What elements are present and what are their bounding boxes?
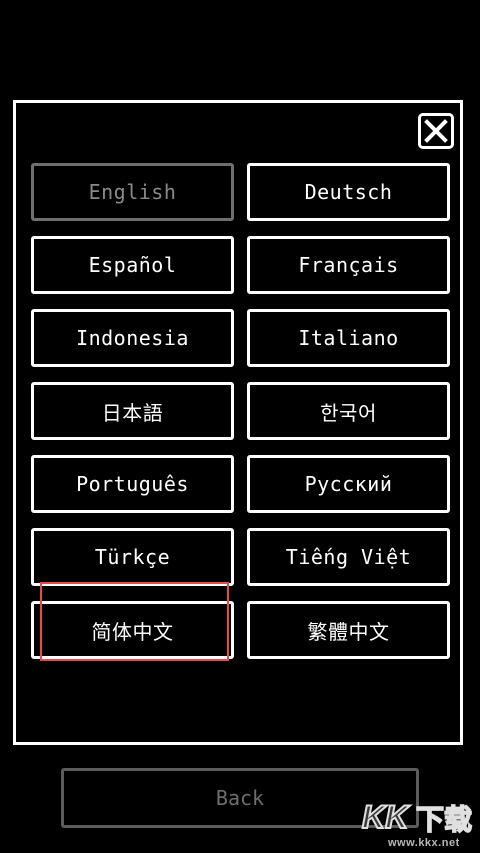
language-option-turkce[interactable]: Türkçe	[31, 528, 234, 586]
language-option-deutsch[interactable]: Deutsch	[247, 163, 450, 221]
language-option-espanol[interactable]: Español	[31, 236, 234, 294]
language-option-english[interactable]: English	[31, 163, 234, 221]
language-option-vietnamese[interactable]: Tiếng Việt	[247, 528, 450, 586]
language-option-italiano[interactable]: Italiano	[247, 309, 450, 367]
language-option-francais[interactable]: Français	[247, 236, 450, 294]
close-x-icon	[424, 119, 448, 143]
watermark-url: www.kkx.net	[388, 837, 460, 849]
language-option-indonesia[interactable]: Indonesia	[31, 309, 234, 367]
language-option-portugues[interactable]: Português	[31, 455, 234, 513]
language-option-korean[interactable]: 한국어	[247, 382, 450, 440]
language-option-japanese[interactable]: 日本語	[31, 382, 234, 440]
close-button[interactable]	[418, 113, 454, 149]
language-option-russian[interactable]: Русский	[247, 455, 450, 513]
language-option-simplified-chinese[interactable]: 简体中文	[31, 601, 234, 659]
svg-text:下载: 下载	[416, 803, 472, 836]
language-grid: English Deutsch Español Français Indones…	[31, 163, 450, 659]
back-button[interactable]: Back	[61, 768, 419, 828]
language-option-traditional-chinese[interactable]: 繁體中文	[247, 601, 450, 659]
